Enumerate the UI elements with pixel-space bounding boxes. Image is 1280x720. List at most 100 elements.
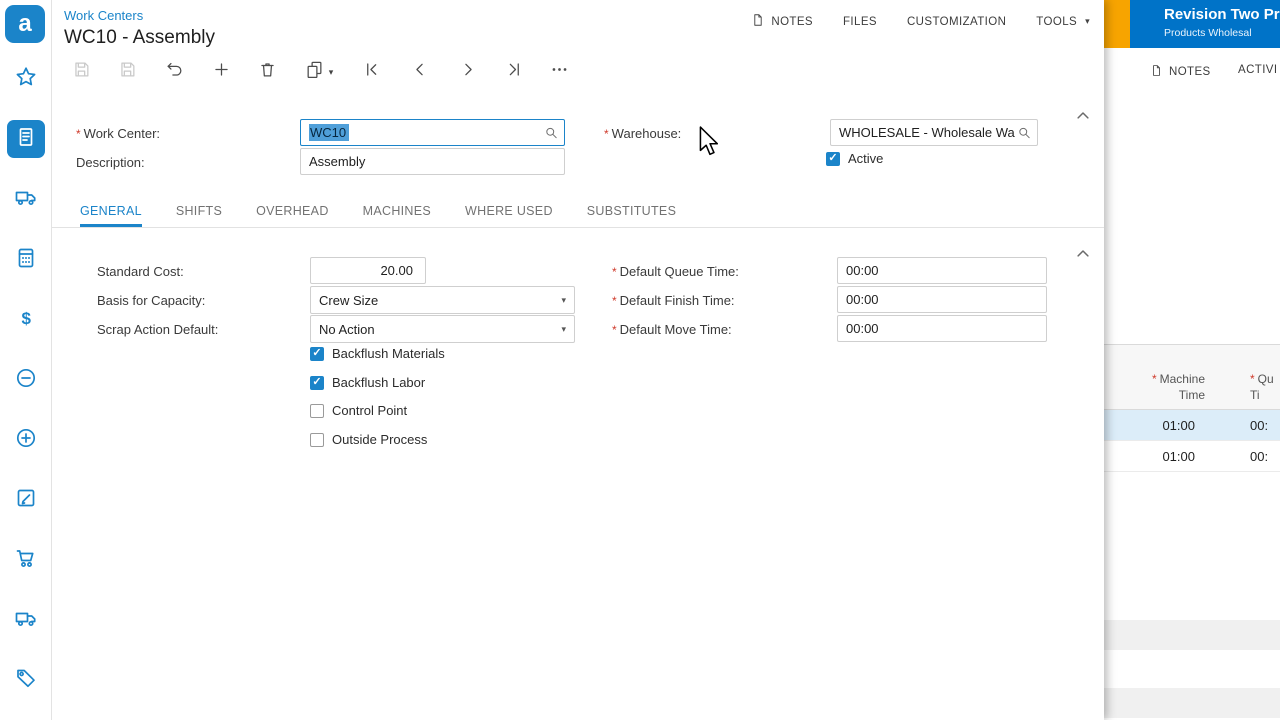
- page-title: WC10 - Assembly: [64, 27, 215, 48]
- customization-button[interactable]: CUSTOMIZATION: [907, 16, 1006, 28]
- checkbox-box[interactable]: [310, 403, 324, 418]
- collapse-summary-button[interactable]: [1074, 107, 1092, 130]
- magnifier-icon[interactable]: [1017, 125, 1032, 140]
- time-value: 00:00: [846, 292, 879, 307]
- sidebar-item-remove[interactable]: [7, 361, 45, 399]
- add-new-button[interactable]: [207, 58, 235, 86]
- backflush-labor-checkbox[interactable]: Backflush Labor: [310, 375, 425, 390]
- description-input[interactable]: Assembly: [300, 148, 565, 175]
- sidebar-item-finance[interactable]: $: [7, 301, 45, 339]
- files-label: FILES: [843, 15, 877, 28]
- grid-header: * Machine Time * Qu Ti: [1104, 344, 1280, 410]
- previous-record-button[interactable]: [406, 58, 434, 86]
- standard-cost-label: Standard Cost:: [97, 264, 184, 279]
- tag-icon: [14, 666, 38, 695]
- sidebar-item-add[interactable]: [7, 421, 45, 459]
- sidebar-item-work-centers[interactable]: [7, 120, 45, 158]
- scrap-action-select[interactable]: No Action ▾: [310, 315, 575, 343]
- default-queue-time-label: * Default Queue Time:: [612, 264, 739, 279]
- warehouse-input[interactable]: WHOLESALE - Wholesale Wa: [830, 119, 1038, 146]
- machine-time-cell[interactable]: 01:00: [1104, 441, 1205, 471]
- outside-process-checkbox[interactable]: Outside Process: [310, 432, 427, 447]
- active-checkbox[interactable]: Active: [826, 151, 883, 166]
- sidebar-item-favorites[interactable]: [7, 60, 45, 98]
- plus-icon: [212, 60, 231, 84]
- sidebar-item-shipments[interactable]: [7, 180, 45, 218]
- sidebar-item-pricing[interactable]: [7, 661, 45, 699]
- checkbox-box[interactable]: [310, 346, 324, 361]
- grid-row[interactable]: 01:00 00:: [1104, 441, 1280, 472]
- tools-button[interactable]: TOOLS ▾: [1036, 16, 1090, 28]
- chevron-up-icon: [1074, 112, 1092, 129]
- files-button[interactable]: FILES: [843, 16, 877, 28]
- default-move-time-label: * Default Move Time:: [612, 322, 732, 337]
- activities-button[interactable]: ACTIVI: [1238, 64, 1277, 76]
- cancel-undo-button[interactable]: [160, 58, 188, 86]
- sidebar-item-calculator[interactable]: [7, 241, 45, 279]
- empty-grid-stripe: [1104, 688, 1280, 718]
- machine-time-cell[interactable]: 01:00: [1104, 410, 1205, 440]
- customization-label: CUSTOMIZATION: [906, 15, 1007, 28]
- queue-time-cell[interactable]: 00:: [1250, 410, 1268, 440]
- tools-label: TOOLS: [1036, 15, 1078, 28]
- acumatica-logo[interactable]: a: [5, 5, 45, 43]
- more-options-button[interactable]: [545, 58, 573, 86]
- pencil-square-icon: [14, 486, 38, 515]
- grid-row[interactable]: 01:00 00:: [1104, 410, 1280, 441]
- notes-button[interactable]: NOTES: [751, 13, 813, 30]
- notes-button[interactable]: NOTES: [1150, 64, 1211, 80]
- caret-down-icon: ▾: [561, 323, 566, 334]
- queue-time-cell[interactable]: 00:: [1250, 441, 1268, 471]
- next-record-button[interactable]: [453, 58, 481, 86]
- sidebar-item-deliveries[interactable]: [7, 601, 45, 639]
- required-asterisk: *: [1250, 372, 1255, 386]
- sidebar-item-purchases[interactable]: [7, 541, 45, 579]
- default-queue-time-input[interactable]: 00:00: [837, 257, 1047, 284]
- checkbox-box[interactable]: [310, 375, 324, 390]
- delete-button[interactable]: [253, 58, 281, 86]
- queue-time-column-header[interactable]: * Qu Ti: [1250, 371, 1274, 403]
- basis-for-capacity-value: Crew Size: [319, 292, 379, 308]
- required-asterisk: *: [612, 323, 617, 337]
- description-label: Description:: [76, 155, 145, 170]
- tab-overhead[interactable]: OVERHEAD: [256, 196, 329, 227]
- checkbox-box[interactable]: [826, 151, 840, 166]
- minus-circle-icon: [14, 366, 38, 395]
- tab-where-used[interactable]: WHERE USED: [465, 196, 553, 227]
- required-asterisk: *: [1151, 372, 1157, 386]
- tab-general[interactable]: GENERAL: [80, 196, 142, 227]
- basis-for-capacity-select[interactable]: Crew Size ▾: [310, 286, 575, 314]
- plus-circle-icon: [14, 426, 38, 455]
- header-links: NOTES FILES CUSTOMIZATION TOOLS ▾: [751, 13, 1090, 30]
- default-finish-time-input[interactable]: 00:00: [837, 286, 1047, 313]
- caret-down-icon: ▾: [328, 66, 334, 77]
- star-icon: [14, 65, 38, 94]
- machine-time-column-header[interactable]: * Machine Time: [1152, 371, 1205, 403]
- save-and-close-button[interactable]: [67, 58, 95, 86]
- truck-icon: [14, 606, 38, 635]
- copy-paste-button[interactable]: ▾: [299, 58, 339, 86]
- last-record-button[interactable]: [499, 58, 527, 86]
- truck-icon: [14, 185, 38, 214]
- backflush-materials-checkbox[interactable]: Backflush Materials: [310, 346, 445, 361]
- tab-machines[interactable]: MACHINES: [363, 196, 431, 227]
- breadcrumb[interactable]: Work Centers: [64, 8, 143, 23]
- default-move-time-input[interactable]: 00:00: [837, 315, 1047, 342]
- tab-bar: GENERAL SHIFTS OVERHEAD MACHINES WHERE U…: [52, 196, 1104, 228]
- checkbox-box[interactable]: [310, 432, 324, 447]
- tab-substitutes[interactable]: SUBSTITUTES: [587, 196, 676, 227]
- checkbox-label: Outside Process: [332, 432, 428, 447]
- save-button[interactable]: [113, 58, 141, 86]
- control-point-checkbox[interactable]: Control Point: [310, 403, 407, 418]
- work-center-input[interactable]: WC10: [300, 119, 565, 146]
- required-asterisk: *: [612, 265, 617, 279]
- first-record-button[interactable]: [358, 58, 386, 86]
- collapse-section-button[interactable]: [1074, 245, 1092, 268]
- sidebar-item-edit[interactable]: [7, 481, 45, 519]
- magnifier-icon[interactable]: [544, 125, 559, 140]
- copy-pages-icon: [305, 60, 324, 84]
- tab-shifts[interactable]: SHIFTS: [176, 196, 222, 227]
- svg-text:$: $: [22, 309, 32, 328]
- standard-cost-input[interactable]: 20.00: [310, 257, 426, 284]
- note-page-icon: [751, 13, 765, 30]
